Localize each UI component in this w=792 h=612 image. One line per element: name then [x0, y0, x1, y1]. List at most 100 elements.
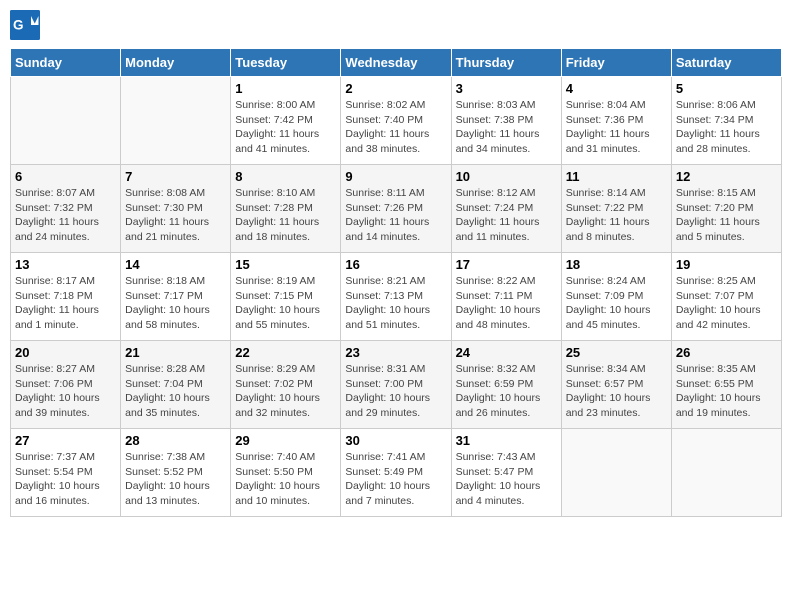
calendar-cell: 22 Sunrise: 8:29 AM Sunset: 7:02 PM Dayli…: [231, 341, 341, 429]
day-number: 24: [456, 345, 557, 360]
calendar-week-row: 20 Sunrise: 8:27 AM Sunset: 7:06 PM Dayli…: [11, 341, 782, 429]
day-info: Sunrise: 8:21 AM Sunset: 7:13 PM Dayligh…: [345, 274, 446, 333]
calendar-cell: 27Sunrise: 7:37 AM Sunset: 5:54 PM Dayli…: [11, 429, 121, 517]
weekday-header: Tuesday: [231, 49, 341, 77]
day-number: 15: [235, 257, 336, 272]
day-number: 26: [676, 345, 777, 360]
day-info: Sunrise: 8:15 AM Sunset: 7:20 PM Dayligh…: [676, 186, 777, 245]
calendar-cell: [561, 429, 671, 517]
day-number: 8: [235, 169, 336, 184]
day-number: 7: [125, 169, 226, 184]
calendar-cell: 26 Sunrise: 8:35 AM Sunset: 6:55 PM Dayli…: [671, 341, 781, 429]
calendar-cell: 31Sunrise: 7:43 AM Sunset: 5:47 PM Dayli…: [451, 429, 561, 517]
calendar-cell: 1 Sunrise: 8:00 AM Sunset: 7:42 PM Daylig…: [231, 77, 341, 165]
day-number: 20: [15, 345, 116, 360]
day-number: 5: [676, 81, 777, 96]
calendar-week-row: 6 Sunrise: 8:07 AM Sunset: 7:32 PM Daylig…: [11, 165, 782, 253]
day-info: Sunrise: 8:12 AM Sunset: 7:24 PM Dayligh…: [456, 186, 557, 245]
day-number: 21: [125, 345, 226, 360]
day-info: Sunrise: 8:28 AM Sunset: 7:04 PM Dayligh…: [125, 362, 226, 421]
day-info: Sunrise: 7:40 AM Sunset: 5:50 PM Dayligh…: [235, 450, 336, 509]
day-info: Sunrise: 8:27 AM Sunset: 7:06 PM Dayligh…: [15, 362, 116, 421]
calendar-cell: 5 Sunrise: 8:06 AM Sunset: 7:34 PM Daylig…: [671, 77, 781, 165]
calendar-cell: 3Sunrise: 8:03 AM Sunset: 7:38 PM Daylig…: [451, 77, 561, 165]
weekday-header: Friday: [561, 49, 671, 77]
calendar-cell: 2Sunrise: 8:02 AM Sunset: 7:40 PM Daylig…: [341, 77, 451, 165]
svg-text:G: G: [13, 18, 24, 33]
day-info: Sunrise: 8:02 AM Sunset: 7:40 PM Dayligh…: [345, 98, 446, 157]
calendar-cell: 28 Sunrise: 7:38 AM Sunset: 5:52 PM Dayli…: [121, 429, 231, 517]
day-info: Sunrise: 8:29 AM Sunset: 7:02 PM Dayligh…: [235, 362, 336, 421]
calendar-cell: 23 Sunrise: 8:31 AM Sunset: 7:00 PM Dayli…: [341, 341, 451, 429]
day-number: 11: [566, 169, 667, 184]
calendar-cell: 15 Sunrise: 8:19 AM Sunset: 7:15 PM Dayli…: [231, 253, 341, 341]
day-info: Sunrise: 8:11 AM Sunset: 7:26 PM Dayligh…: [345, 186, 446, 245]
calendar-cell: 24Sunrise: 8:32 AM Sunset: 6:59 PM Dayli…: [451, 341, 561, 429]
calendar-cell: 29 Sunrise: 7:40 AM Sunset: 5:50 PM Dayli…: [231, 429, 341, 517]
calendar-cell: 10 Sunrise: 8:12 AM Sunset: 7:24 PM Dayli…: [451, 165, 561, 253]
calendar-cell: 16 Sunrise: 8:21 AM Sunset: 7:13 PM Dayli…: [341, 253, 451, 341]
day-number: 18: [566, 257, 667, 272]
day-number: 14: [125, 257, 226, 272]
calendar-cell: 20 Sunrise: 8:27 AM Sunset: 7:06 PM Dayli…: [11, 341, 121, 429]
calendar-cell: 19Sunrise: 8:25 AM Sunset: 7:07 PM Dayli…: [671, 253, 781, 341]
day-info: Sunrise: 8:18 AM Sunset: 7:17 PM Dayligh…: [125, 274, 226, 333]
day-number: 9: [345, 169, 446, 184]
day-number: 25: [566, 345, 667, 360]
day-number: 22: [235, 345, 336, 360]
day-info: Sunrise: 8:35 AM Sunset: 6:55 PM Dayligh…: [676, 362, 777, 421]
day-info: Sunrise: 8:00 AM Sunset: 7:42 PM Dayligh…: [235, 98, 336, 157]
day-info: Sunrise: 8:07 AM Sunset: 7:32 PM Dayligh…: [15, 186, 116, 245]
calendar-cell: 6 Sunrise: 8:07 AM Sunset: 7:32 PM Daylig…: [11, 165, 121, 253]
calendar-cell: [11, 77, 121, 165]
calendar-cell: [121, 77, 231, 165]
day-number: 23: [345, 345, 446, 360]
calendar-cell: 14 Sunrise: 8:18 AM Sunset: 7:17 PM Dayli…: [121, 253, 231, 341]
logo: G: [10, 10, 44, 40]
day-number: 16: [345, 257, 446, 272]
day-info: Sunrise: 8:34 AM Sunset: 6:57 PM Dayligh…: [566, 362, 667, 421]
weekday-header: Saturday: [671, 49, 781, 77]
calendar-week-row: 13Sunrise: 8:17 AM Sunset: 7:18 PM Dayli…: [11, 253, 782, 341]
calendar-cell: 11Sunrise: 8:14 AM Sunset: 7:22 PM Dayli…: [561, 165, 671, 253]
day-number: 4: [566, 81, 667, 96]
day-info: Sunrise: 8:04 AM Sunset: 7:36 PM Dayligh…: [566, 98, 667, 157]
day-number: 6: [15, 169, 116, 184]
calendar-cell: 17 Sunrise: 8:22 AM Sunset: 7:11 PM Dayli…: [451, 253, 561, 341]
calendar-week-row: 1 Sunrise: 8:00 AM Sunset: 7:42 PM Daylig…: [11, 77, 782, 165]
day-info: Sunrise: 8:06 AM Sunset: 7:34 PM Dayligh…: [676, 98, 777, 157]
calendar-cell: 30 Sunrise: 7:41 AM Sunset: 5:49 PM Dayli…: [341, 429, 451, 517]
page-header: G: [10, 10, 782, 40]
calendar-cell: 9 Sunrise: 8:11 AM Sunset: 7:26 PM Daylig…: [341, 165, 451, 253]
day-info: Sunrise: 7:41 AM Sunset: 5:49 PM Dayligh…: [345, 450, 446, 509]
day-number: 30: [345, 433, 446, 448]
day-number: 27: [15, 433, 116, 448]
day-info: Sunrise: 8:22 AM Sunset: 7:11 PM Dayligh…: [456, 274, 557, 333]
day-number: 12: [676, 169, 777, 184]
calendar-cell: 13Sunrise: 8:17 AM Sunset: 7:18 PM Dayli…: [11, 253, 121, 341]
calendar-cell: 21 Sunrise: 8:28 AM Sunset: 7:04 PM Dayli…: [121, 341, 231, 429]
calendar-cell: 4 Sunrise: 8:04 AM Sunset: 7:36 PM Daylig…: [561, 77, 671, 165]
calendar-week-row: 27Sunrise: 7:37 AM Sunset: 5:54 PM Dayli…: [11, 429, 782, 517]
day-info: Sunrise: 8:24 AM Sunset: 7:09 PM Dayligh…: [566, 274, 667, 333]
day-number: 31: [456, 433, 557, 448]
calendar-table: SundayMondayTuesdayWednesdayThursdayFrid…: [10, 48, 782, 517]
calendar-cell: 8 Sunrise: 8:10 AM Sunset: 7:28 PM Daylig…: [231, 165, 341, 253]
day-number: 17: [456, 257, 557, 272]
day-info: Sunrise: 8:03 AM Sunset: 7:38 PM Dayligh…: [456, 98, 557, 157]
logo-icon: G: [10, 10, 40, 40]
calendar-cell: 25 Sunrise: 8:34 AM Sunset: 6:57 PM Dayli…: [561, 341, 671, 429]
day-info: Sunrise: 8:25 AM Sunset: 7:07 PM Dayligh…: [676, 274, 777, 333]
day-number: 10: [456, 169, 557, 184]
calendar-header: SundayMondayTuesdayWednesdayThursdayFrid…: [11, 49, 782, 77]
day-info: Sunrise: 7:38 AM Sunset: 5:52 PM Dayligh…: [125, 450, 226, 509]
day-number: 1: [235, 81, 336, 96]
day-info: Sunrise: 8:31 AM Sunset: 7:00 PM Dayligh…: [345, 362, 446, 421]
calendar-cell: [671, 429, 781, 517]
day-info: Sunrise: 8:10 AM Sunset: 7:28 PM Dayligh…: [235, 186, 336, 245]
day-number: 29: [235, 433, 336, 448]
weekday-header: Sunday: [11, 49, 121, 77]
weekday-header: Wednesday: [341, 49, 451, 77]
day-info: Sunrise: 8:19 AM Sunset: 7:15 PM Dayligh…: [235, 274, 336, 333]
day-number: 28: [125, 433, 226, 448]
